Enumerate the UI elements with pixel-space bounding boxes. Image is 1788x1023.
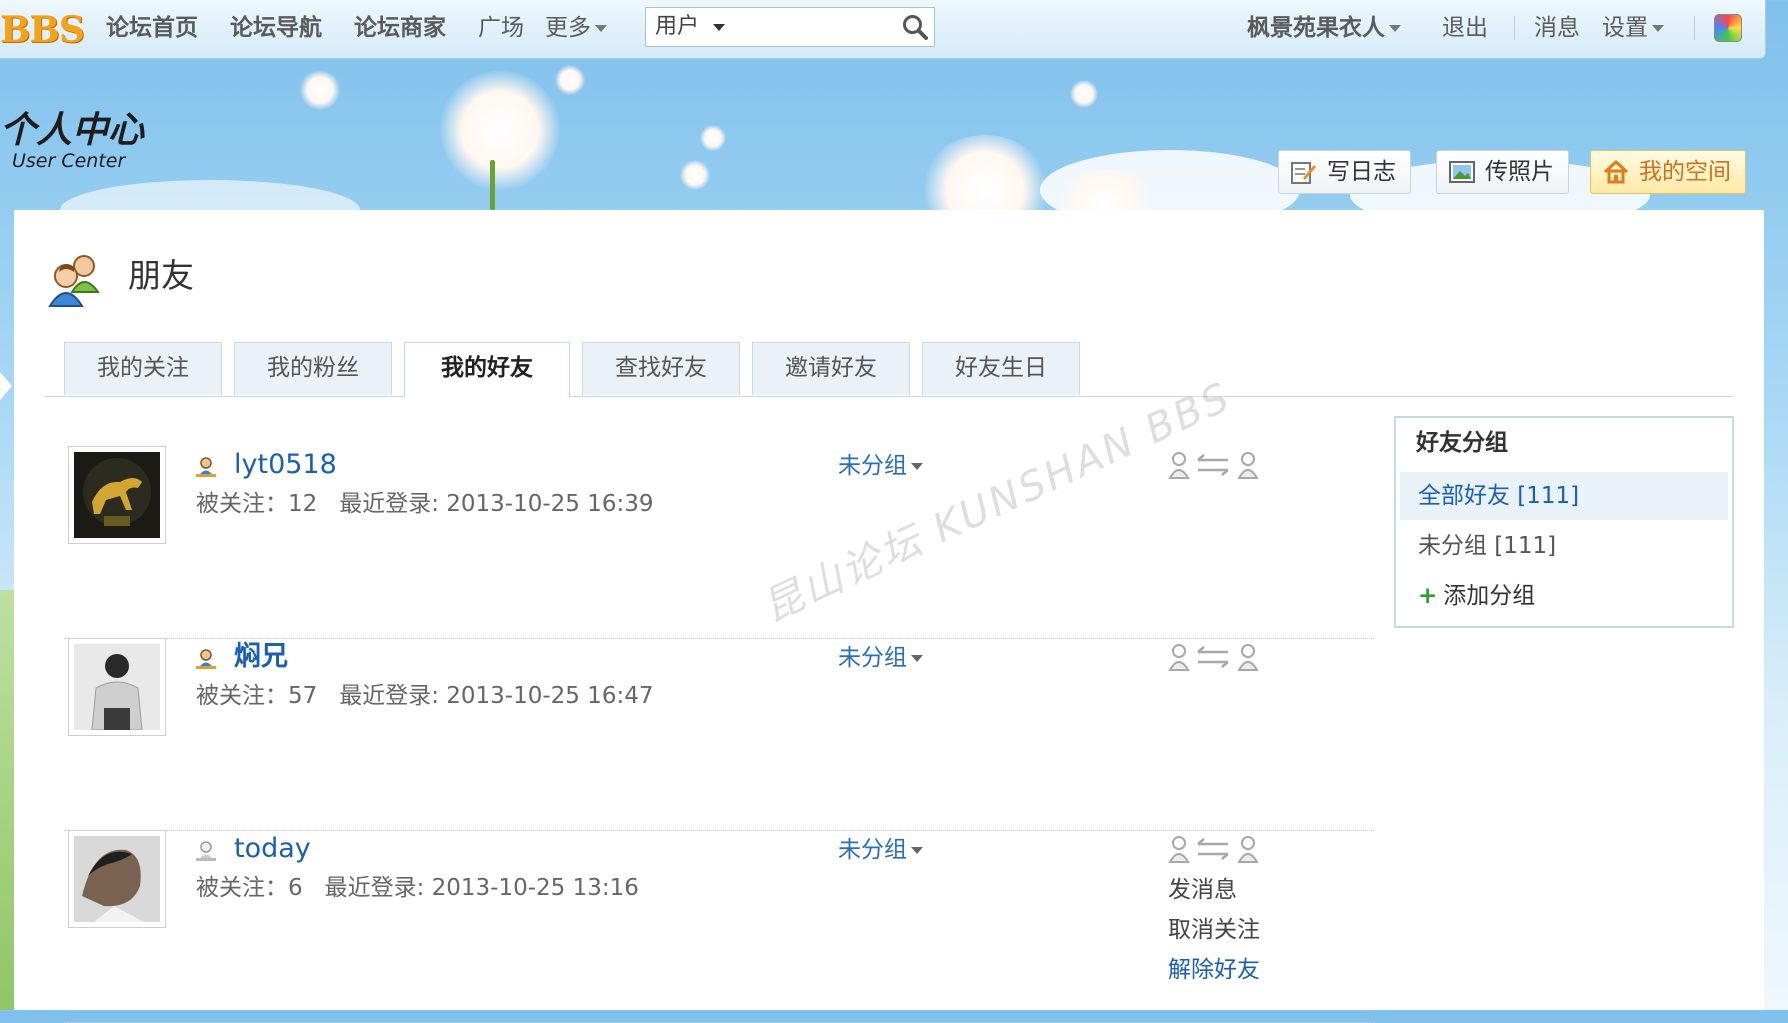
photo-icon <box>1449 161 1475 183</box>
chevron-down-icon <box>713 23 726 31</box>
plus-icon: + <box>1418 583 1438 609</box>
page-title: 朋友 <box>128 256 194 295</box>
my-space-button[interactable]: 我的空间 <box>1590 150 1746 194</box>
user-center-subtitle: User Center <box>12 150 126 172</box>
friends-icon <box>48 255 100 307</box>
search-box[interactable]: 用户 <box>645 7 935 47</box>
friend-name-link[interactable]: today <box>234 832 311 866</box>
user-center-title: 个人中心 <box>0 109 145 151</box>
nav-forum-guide[interactable]: 论坛导航 <box>230 13 322 43</box>
search-scope-select[interactable]: 用户 <box>655 13 726 41</box>
write-blog-label: 写日志 <box>1327 159 1396 185</box>
chevron-down-icon <box>1389 25 1401 32</box>
group-ungrouped[interactable]: 未分组 [111] <box>1418 528 1556 564</box>
mutual-follow-icon <box>1168 452 1259 479</box>
nav-forum-home[interactable]: 论坛首页 <box>106 13 198 43</box>
group-select[interactable]: 未分组 <box>838 450 923 482</box>
avatar[interactable] <box>68 446 166 544</box>
friend-actions: 发消息 取消关注 解除好友 <box>1168 870 1260 990</box>
add-group-link[interactable]: + 添加分组 <box>1418 578 1535 614</box>
write-blog-button[interactable]: 写日志 <box>1278 150 1411 194</box>
followers-count: 被关注：6 <box>196 875 303 901</box>
avatar-photo-image <box>74 644 160 731</box>
chevron-down-icon <box>1652 25 1664 32</box>
site-logo[interactable]: BBS <box>0 12 85 48</box>
chevron-down-icon <box>911 655 923 662</box>
upload-photo-button[interactable]: 传照片 <box>1436 150 1569 194</box>
settings-label: 设置 <box>1602 15 1648 41</box>
friend-row: lyt0518 被关注：12 最近登录: 2013-10-25 16:39 未分… <box>64 446 1374 639</box>
send-message-link[interactable]: 发消息 <box>1168 870 1260 910</box>
group-label: 未分组 <box>838 453 907 479</box>
nav-forum-merchants[interactable]: 论坛商家 <box>354 13 446 43</box>
friend-groups-title: 好友分组 <box>1416 430 1508 456</box>
chevron-down-icon <box>911 463 923 470</box>
user-online-icon <box>196 649 216 669</box>
tab-find-friends[interactable]: 查找好友 <box>582 342 740 395</box>
avatar[interactable] <box>68 830 166 928</box>
friend-meta: 被关注：12 最近登录: 2013-10-25 16:39 <box>196 488 654 520</box>
chevron-down-icon <box>595 25 607 32</box>
divider <box>1514 16 1515 40</box>
friend-name-link[interactable]: lyt0518 <box>234 448 337 482</box>
nav-plaza[interactable]: 广场 <box>478 13 524 43</box>
home-icon <box>1603 160 1629 184</box>
last-login: 最近登录: 2013-10-25 16:47 <box>339 683 654 709</box>
divider <box>1694 16 1695 40</box>
search-scope-label: 用户 <box>655 14 700 39</box>
avatar[interactable] <box>68 638 166 736</box>
friend-row: today 被关注：6 最近登录: 2013-10-25 13:16 未分组 发… <box>64 830 1374 1023</box>
collapse-arrow[interactable] <box>0 372 12 400</box>
group-label: 未分组 <box>838 837 907 863</box>
upload-photo-label: 传照片 <box>1485 159 1554 185</box>
add-group-label: 添加分组 <box>1443 583 1536 609</box>
group-all-friends[interactable]: 全部好友 [111] <box>1418 478 1579 514</box>
unfollow-link[interactable]: 取消关注 <box>1168 910 1260 950</box>
last-login: 最近登录: 2013-10-25 16:39 <box>339 491 654 517</box>
mutual-follow-icon <box>1168 644 1259 671</box>
friend-meta: 被关注：57 最近登录: 2013-10-25 16:47 <box>196 680 654 712</box>
followers-count: 被关注：12 <box>196 491 318 517</box>
my-space-label: 我的空间 <box>1639 159 1731 185</box>
color-theme-icon[interactable] <box>1714 14 1742 42</box>
followers-count: 被关注：57 <box>196 683 318 709</box>
nav-more[interactable]: 更多 <box>545 13 607 43</box>
tab-invite-friends[interactable]: 邀请好友 <box>752 342 910 395</box>
mutual-follow-icon <box>1168 836 1259 863</box>
tab-friend-birthdays[interactable]: 好友生日 <box>922 342 1080 395</box>
friend-row: 焖兄 被关注：57 最近登录: 2013-10-25 16:47 未分组 <box>64 638 1374 831</box>
tab-my-follows[interactable]: 我的关注 <box>64 342 222 395</box>
chevron-down-icon <box>911 847 923 854</box>
friend-name-link[interactable]: 焖兄 <box>234 640 288 674</box>
messages-link[interactable]: 消息 <box>1534 13 1580 43</box>
group-select[interactable]: 未分组 <box>838 834 923 866</box>
friend-groups-box: 好友分组 全部好友 [111] 未分组 [111] + 添加分组 <box>1394 416 1734 628</box>
last-login: 最近登录: 2013-10-25 13:16 <box>324 875 639 901</box>
user-menu[interactable]: 枫景苑果衣人 <box>1247 13 1401 43</box>
avatar-golden-horse-image <box>74 452 160 538</box>
group-select[interactable]: 未分组 <box>838 642 923 674</box>
search-icon[interactable] <box>902 14 928 40</box>
logout-link[interactable]: 退出 <box>1442 13 1488 43</box>
user-online-icon <box>196 457 216 477</box>
remove-friend-link[interactable]: 解除好友 <box>1168 950 1260 990</box>
friend-meta: 被关注：6 最近登录: 2013-10-25 13:16 <box>196 872 639 904</box>
nav-more-label: 更多 <box>545 15 591 41</box>
tab-my-fans[interactable]: 我的粉丝 <box>234 342 392 395</box>
avatar-photo-image <box>74 836 160 922</box>
edit-note-icon <box>1291 162 1316 184</box>
username-label: 枫景苑果衣人 <box>1247 15 1385 41</box>
group-label: 未分组 <box>838 645 907 671</box>
top-navigation-bar: BBS 论坛首页 论坛导航 论坛商家 广场 更多 用户 枫景苑果衣人 退出 消息… <box>0 0 1766 59</box>
user-offline-icon <box>196 841 216 861</box>
settings-menu[interactable]: 设置 <box>1602 13 1664 43</box>
friend-tabs: 我的关注 我的粉丝 我的好友 查找好友 邀请好友 好友生日 <box>44 342 1734 398</box>
tab-my-friends[interactable]: 我的好友 <box>404 342 570 398</box>
